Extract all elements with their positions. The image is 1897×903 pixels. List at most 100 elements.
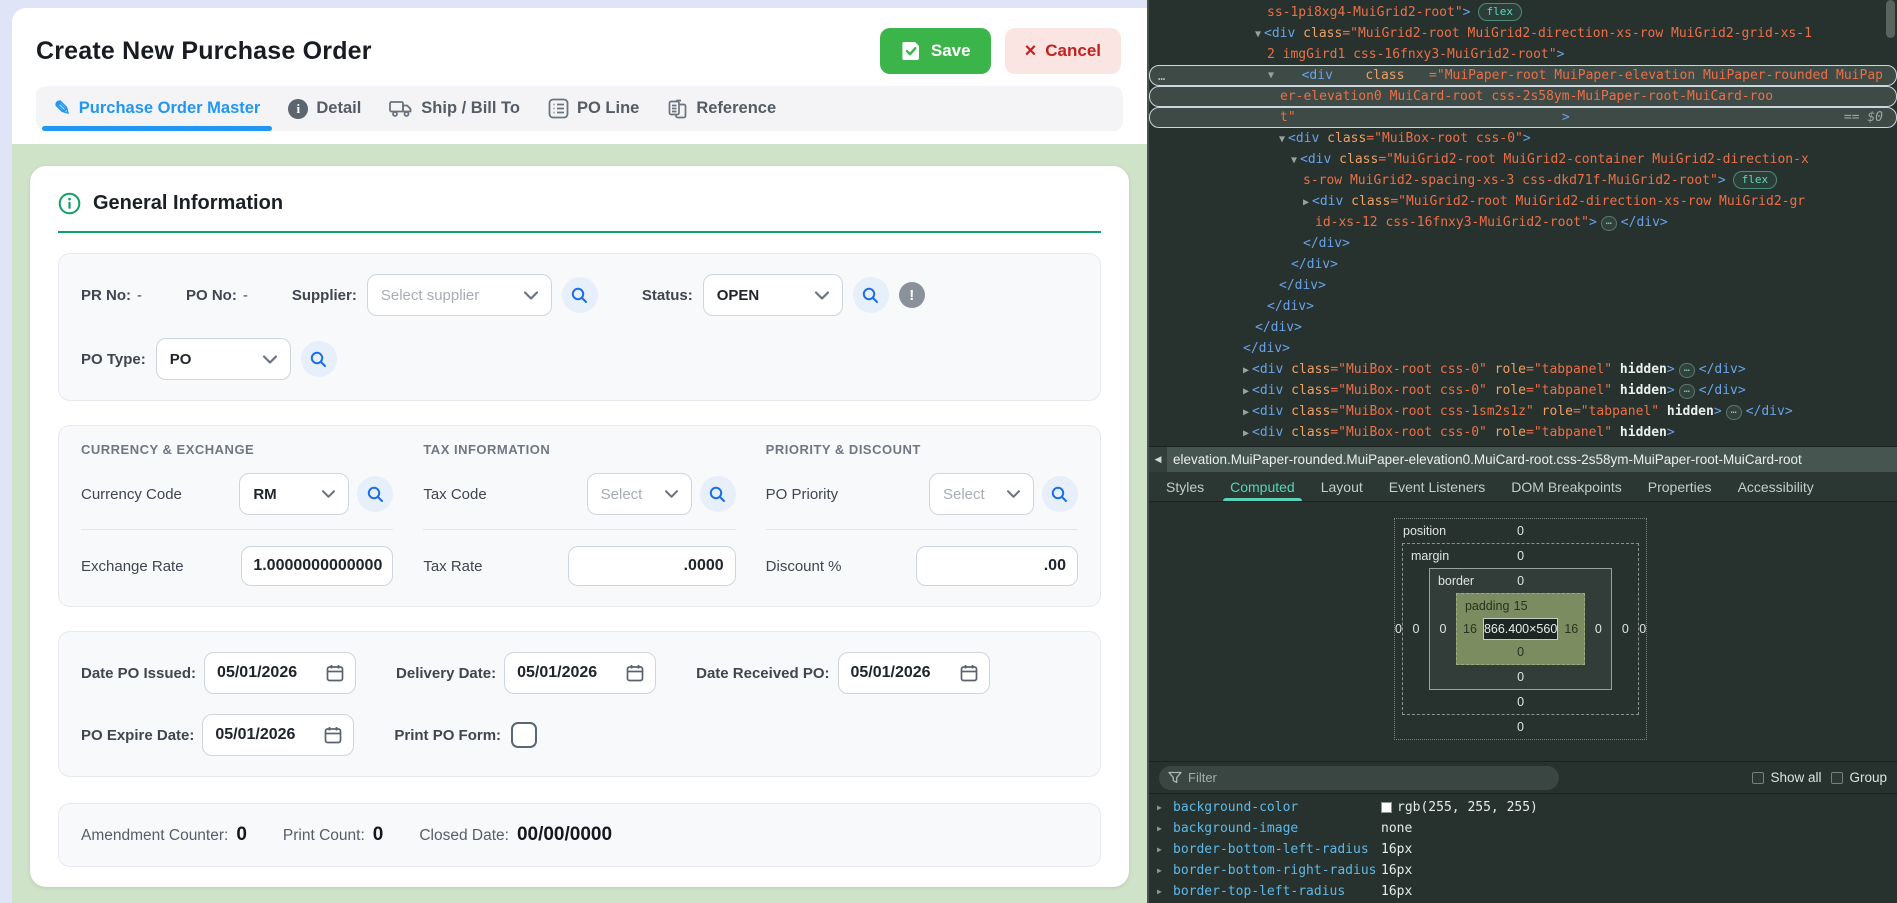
print-po-form-checkbox[interactable] — [511, 722, 537, 748]
po-expire-date-input[interactable]: 05/01/2026 — [202, 714, 354, 756]
devtools-code-line[interactable]: …▼<div class="MuiPaper-root MuiPaper-ele… — [1149, 65, 1897, 86]
breadcrumb[interactable]: elevation.MuiPaper-rounded.MuiPaper-elev… — [1167, 447, 1897, 472]
devtools-code-line[interactable]: ▼<div class="MuiBox-root css-0"> — [1149, 128, 1897, 149]
tab-detail[interactable]: i Detail — [274, 86, 375, 131]
expand-ellipsis-icon[interactable]: … — [1679, 384, 1695, 399]
devtools-code-line[interactable]: ▶<div class="MuiBox-root css-0" role="ta… — [1149, 380, 1897, 401]
tax-rate-input[interactable]: .0000 — [568, 546, 736, 586]
devtools-code-line[interactable]: </div> — [1149, 254, 1897, 275]
code-token: > — [1667, 425, 1675, 440]
devtools-code-line[interactable]: ▼<div class="MuiGrid2-root MuiGrid2-dire… — [1149, 23, 1897, 44]
expand-arrow-icon[interactable]: ▶ — [1157, 866, 1173, 875]
color-swatch[interactable] — [1381, 802, 1392, 813]
devtools-code-line[interactable]: ▶<div class="MuiBox-root css-0" role="ta… — [1149, 359, 1897, 380]
tax-code-search-button[interactable] — [700, 476, 736, 512]
save-button[interactable]: Save — [880, 28, 991, 74]
box-model-panel: position0 0 margin0 0 border0 0 padding1… — [1149, 502, 1897, 762]
computed-property-row[interactable]: ▶background-colorrgb(255, 255, 255) — [1149, 797, 1897, 818]
supplier-select[interactable]: Select supplier — [367, 274, 552, 316]
devtools-tab-layout[interactable]: Layout — [1308, 472, 1376, 501]
computed-property-row[interactable]: ▶border-top-left-radius16px — [1149, 881, 1897, 902]
code-token: ="MuiBox-root css-0" — [1330, 383, 1487, 398]
computed-property-row[interactable]: ▶border-bottom-left-radius16px — [1149, 839, 1897, 860]
tab-po-line[interactable]: PO Line — [534, 86, 653, 131]
expand-ellipsis-icon[interactable]: … — [1726, 405, 1742, 420]
boxmodel-border[interactable]: border0 0 padding15 16 866.400×560 16 — [1429, 568, 1612, 690]
code-token: role — [1487, 383, 1526, 398]
tab-label: Purchase Order Master — [79, 99, 261, 118]
expand-arrow-icon[interactable]: ▶ — [1157, 887, 1173, 896]
expand-arrow-icon[interactable]: ▶ — [1157, 824, 1173, 833]
scrollbar-thumb[interactable] — [1886, 0, 1895, 38]
status-select[interactable]: OPEN — [703, 274, 843, 316]
devtools-code-line[interactable]: ▶<div class="MuiBox-root css-0" role="ta… — [1149, 422, 1897, 443]
devtools-code-line[interactable]: id-xs-12 css-16fnxy3-MuiGrid2-root">…</d… — [1149, 212, 1897, 233]
devtools-tab-computed[interactable]: Computed — [1217, 472, 1308, 501]
flex-badge[interactable]: flex — [1733, 171, 1778, 189]
node-menu-ellipsis-icon[interactable]: … — [1158, 66, 1166, 87]
po-priority-search-button[interactable] — [1042, 476, 1078, 512]
flex-badge[interactable]: flex — [1478, 3, 1523, 21]
devtools-tab-styles[interactable]: Styles — [1153, 472, 1217, 501]
devtools-code-line[interactable]: </div> — [1149, 275, 1897, 296]
boxmodel-content[interactable]: 866.400×560 — [1483, 618, 1558, 640]
code-token: role — [1487, 425, 1526, 440]
breadcrumb-back-icon[interactable]: ◀ — [1149, 454, 1167, 465]
devtools-code-line[interactable]: </div> — [1149, 317, 1897, 338]
devtools-code-line[interactable]: </div> — [1149, 296, 1897, 317]
boxmodel-position[interactable]: position0 0 margin0 0 border0 0 padding1… — [1394, 518, 1647, 740]
devtools-tab-properties[interactable]: Properties — [1635, 472, 1725, 501]
date-received-po-input[interactable]: 05/01/2026 — [838, 652, 990, 694]
date-po-issued-input[interactable]: 05/01/2026 — [204, 652, 356, 694]
pr-no-value: - — [137, 287, 142, 304]
tab-reference[interactable]: Reference — [653, 86, 790, 131]
expand-arrow-icon[interactable]: ▶ — [1157, 845, 1173, 854]
expand-ellipsis-icon[interactable]: … — [1601, 216, 1617, 231]
expand-ellipsis-icon[interactable]: … — [1679, 363, 1695, 378]
devtools-code-line[interactable]: ▼<div class="MuiGrid2-root MuiGrid2-cont… — [1149, 149, 1897, 170]
devtools-code-line[interactable]: er-elevation0 MuiCard-root css-2s58ym-Mu… — [1149, 86, 1897, 107]
exchange-rate-input[interactable]: 1.0000000000000 — [241, 546, 393, 586]
show-all-checkbox[interactable] — [1752, 772, 1764, 784]
devtools-code-line[interactable]: </div> — [1149, 338, 1897, 359]
boxmodel-padding[interactable]: padding15 16 866.400×560 16 0 — [1456, 593, 1585, 665]
tab-ship-bill-to[interactable]: Ship / Bill To — [375, 86, 534, 131]
discount-input[interactable]: .00 — [916, 546, 1078, 586]
position-bottom-value: 0 — [1517, 720, 1524, 734]
devtools-code-line[interactable]: 2 imgGird1 css-16fnxy3-MuiGrid2-root"> — [1149, 44, 1897, 65]
devtools-tab-event-listeners[interactable]: Event Listeners — [1376, 472, 1499, 501]
code-token: ▼ — [1255, 29, 1261, 40]
delivery-date-input[interactable]: 05/01/2026 — [504, 652, 656, 694]
filter-input[interactable] — [1159, 766, 1559, 790]
code-token: > — [1667, 383, 1675, 398]
code-token: </div> — [1255, 320, 1302, 335]
devtools-code-line[interactable]: t"> == $0 — [1149, 107, 1897, 128]
counters-fieldset: Amendment Counter: 0 Print Count: 0 Clos… — [58, 803, 1101, 867]
tax-header: TAX INFORMATION — [423, 442, 735, 457]
devtools-tab-dom-breakpoints[interactable]: DOM Breakpoints — [1498, 472, 1634, 501]
po-type-search-button[interactable] — [301, 341, 337, 377]
computed-property-row[interactable]: ▶background-imagenone — [1149, 818, 1897, 839]
po-priority-select[interactable]: Select — [929, 473, 1034, 515]
supplier-search-button[interactable] — [562, 277, 598, 313]
currency-search-button[interactable] — [357, 476, 393, 512]
devtools-code-line[interactable]: ss-1pi8xg4-MuiGrid2-root">flex — [1149, 2, 1897, 23]
devtools-tab-accessibility[interactable]: Accessibility — [1725, 472, 1827, 501]
devtools-code-line[interactable]: s-row MuiGrid2-spacing-xs-3 css-dkd71f-M… — [1149, 170, 1897, 191]
status-search-button[interactable] — [853, 277, 889, 313]
tax-code-select[interactable]: Select — [587, 473, 692, 515]
cancel-button[interactable]: × Cancel — [1005, 28, 1121, 74]
currency-code-select[interactable]: RM — [239, 473, 349, 515]
boxmodel-margin[interactable]: margin0 0 border0 0 padding15 16 — [1402, 543, 1639, 715]
date-po-issued-label: Date PO Issued: — [81, 665, 196, 682]
devtools-code-line[interactable]: ▶<div class="MuiGrid2-root MuiGrid2-dire… — [1149, 191, 1897, 212]
page-title: Create New Purchase Order — [36, 37, 372, 66]
group-checkbox[interactable] — [1831, 772, 1843, 784]
expand-arrow-icon[interactable]: ▶ — [1157, 803, 1173, 812]
po-type-select[interactable]: PO — [156, 338, 291, 380]
devtools-code-line[interactable]: </div> — [1149, 233, 1897, 254]
property-value: rgb(255, 255, 255) — [1381, 800, 1538, 815]
tab-purchase-order-master[interactable]: ✎ Purchase Order Master — [40, 86, 274, 131]
computed-property-row[interactable]: ▶border-bottom-right-radius16px — [1149, 860, 1897, 881]
devtools-code-line[interactable]: ▶<div class="MuiBox-root css-1sm2s1z" ro… — [1149, 401, 1897, 422]
